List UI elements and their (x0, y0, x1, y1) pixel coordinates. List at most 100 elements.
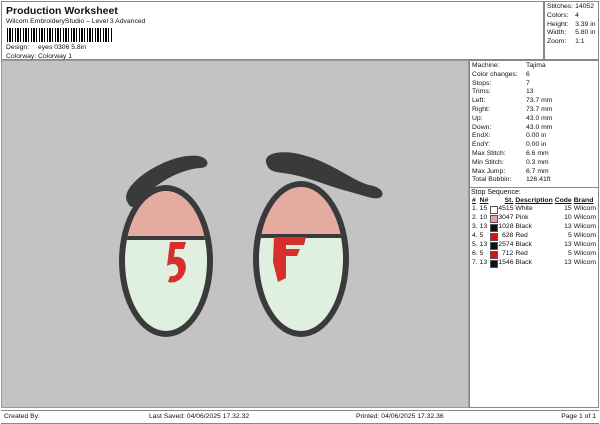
info-label: Stops: (472, 79, 492, 87)
info-row: Right: 73.7 mm (471, 106, 553, 115)
page-title: Production Worksheet (6, 5, 118, 17)
printed-date: Printed: 04/06/2025 17.32.36 (356, 413, 444, 420)
info-row: Stitches: 14052 (546, 3, 597, 12)
needle-number: 5 (479, 232, 484, 240)
info-label: Right: (472, 105, 490, 113)
brand: Wilcom (573, 232, 596, 240)
stitch-count: 1028 (498, 223, 514, 231)
column-header: Description (515, 197, 553, 205)
info-label: Total Bobbin: (472, 176, 512, 184)
stop-row: 2. 10 3047 Pink 10 Wilcom (471, 214, 597, 224)
needle-number: 13 (479, 259, 488, 267)
stop-sequence-title: Stop Sequence: (471, 189, 521, 197)
info-value: 73.7 mm (526, 105, 553, 113)
last-saved: Last Saved: 04/06/2025 17.32.32 (149, 413, 250, 420)
design-name: eyes 0306 5.8in (38, 44, 86, 51)
brand: Wilcom (573, 259, 596, 267)
page-number: Page 1 of 1 (561, 413, 596, 420)
info-value: 7 (526, 79, 530, 87)
stop-sequence: Stop Sequence: # N# St. Description Code Bran… (470, 187, 598, 269)
info-row: Min Stitch: 0.3 mm (471, 159, 553, 168)
color-code: 5 (567, 250, 572, 258)
info-panel: Machine: Tajima Color changes: 6 Stops: 7 Trim… (469, 60, 599, 408)
info-value: 4 (575, 11, 579, 19)
color-swatch (490, 233, 499, 242)
info-row: Width: 5.80 in (546, 29, 597, 38)
color-description: Red (515, 232, 528, 240)
info-value: 13 (526, 88, 534, 96)
column-header: Code (554, 197, 572, 205)
embroidery-design (119, 152, 383, 337)
needle-number: 13 (479, 223, 488, 231)
stats-panel: Stitches: 14052 Colors: 4 Height: 3.39 in Widt… (544, 1, 599, 60)
color-code: 15 (564, 205, 572, 213)
stop-row: 7. 13 1546 Black 13 Wilcom (471, 259, 597, 269)
info-value: 0.3 mm (526, 158, 549, 166)
software-name: Wilcom EmbroideryStudio – Level 3 Advanc… (6, 18, 146, 25)
info-label: Up: (472, 114, 483, 122)
stop-index: 3. (472, 223, 478, 231)
needle-number: 10 (479, 214, 488, 222)
barcode (7, 28, 112, 42)
info-label: Max Stitch: (472, 149, 506, 157)
color-code: 13 (564, 259, 572, 267)
info-value: 14052 (575, 3, 594, 10)
info-value: 0.00 in (526, 132, 547, 140)
stitch-count: 1546 (498, 259, 514, 267)
column-header: # (472, 197, 476, 205)
needle-number: 5 (479, 250, 484, 258)
design-preview (1, 60, 469, 408)
info-row: Height: 3.39 in (546, 21, 597, 30)
stop-index: 1. (472, 205, 478, 213)
brand: Wilcom (573, 250, 596, 258)
design-label: Design: (6, 44, 30, 51)
info-row: EndY: 0.00 in (471, 141, 553, 150)
stop-row: 1. 15 4515 White 15 Wilcom (471, 205, 597, 215)
color-description: Black (515, 259, 532, 267)
header: Production Worksheet Wilcom EmbroiderySt… (1, 1, 544, 60)
info-value: 3.39 in (575, 20, 596, 28)
needle-number: 15 (479, 205, 488, 213)
info-label: Zoom: (547, 38, 567, 46)
brand: Wilcom (573, 205, 596, 213)
info-value: 6 (526, 70, 530, 78)
info-row: Max Stitch: 6.6 mm (471, 150, 553, 159)
stop-row: 3. 13 1028 Black 13 Wilcom (471, 223, 597, 233)
stop-index: 2. (472, 214, 478, 222)
info-row: Machine: Tajima (471, 62, 553, 71)
info-value: 73.7 mm (526, 97, 553, 105)
info-row: Trims: 13 (471, 88, 553, 97)
info-value: 5.80 in (575, 29, 596, 37)
stitch-count: 2574 (498, 241, 514, 249)
info-value: 1:1 (575, 38, 585, 46)
info-label: EndY: (472, 141, 491, 149)
info-row: Total Bobbin: 126.41ft (471, 176, 553, 185)
info-label: Min Stitch: (472, 158, 504, 166)
info-label: Color changes: (472, 70, 518, 78)
color-code: 13 (564, 223, 572, 231)
column-header: St. (504, 197, 514, 205)
info-label: Stitches: (547, 3, 574, 10)
stop-row: 5. 13 2574 Black 13 Wilcom (471, 241, 597, 251)
info-value: 43.0 mm (526, 114, 553, 122)
brand: Wilcom (573, 241, 596, 249)
color-code: 5 (567, 232, 572, 240)
info-row: Down: 43.0 mm (471, 124, 553, 133)
info-value: 6.7 mm (526, 167, 549, 175)
color-code: 10 (564, 214, 572, 222)
stop-row: 6. 5 712 Red 5 Wilcom (471, 250, 597, 260)
info-value: 6.6 mm (526, 149, 549, 157)
info-label: Trims: (472, 88, 491, 96)
info-value: Tajima (526, 62, 546, 69)
info-row: Max Jump: 6.7 mm (471, 168, 553, 177)
column-header: N# (479, 197, 489, 205)
info-label: Width: (547, 29, 567, 37)
stop-row: 4. 5 628 Red 5 Wilcom (471, 232, 597, 242)
info-value: 43.0 mm (526, 123, 553, 131)
color-description: Red (515, 250, 528, 258)
info-label: Height: (547, 20, 569, 28)
stop-index: 7. (472, 259, 478, 267)
color-description: White (515, 205, 533, 213)
color-code: 13 (564, 241, 572, 249)
colorway-label: Colorway: (6, 53, 37, 60)
